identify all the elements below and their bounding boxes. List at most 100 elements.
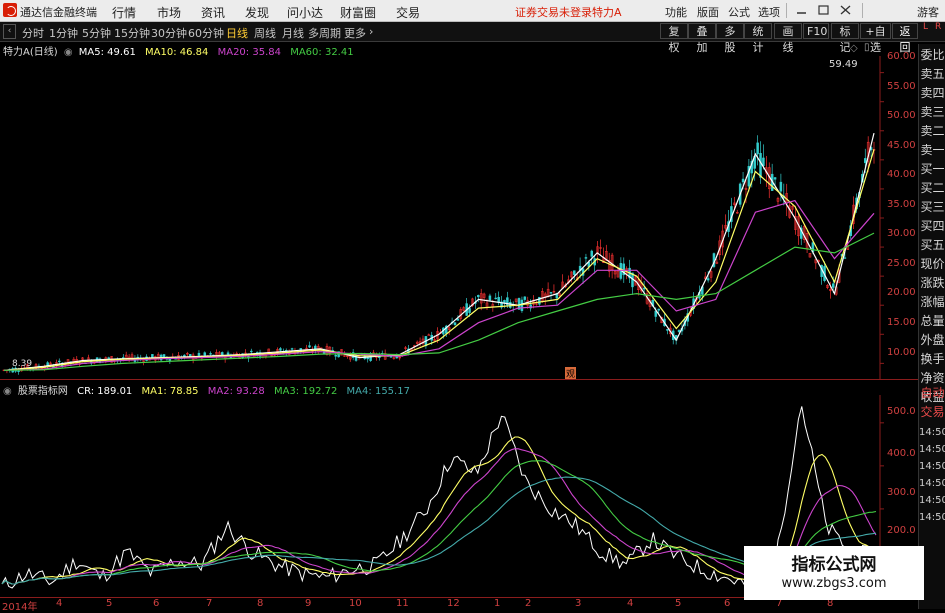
tab-weekly[interactable]: 周线 <box>254 25 276 41</box>
candle-body <box>290 348 294 350</box>
tab-15min[interactable]: 15分钟 <box>114 25 150 41</box>
candle-body <box>456 318 460 321</box>
candle-body <box>756 142 759 155</box>
tab-30min[interactable]: 30分钟 <box>151 25 187 41</box>
x-tick: 4 <box>627 598 634 609</box>
x-tick: 6 <box>153 598 160 609</box>
side-tab[interactable]: 涨幅 <box>919 293 945 312</box>
tab-1min[interactable]: 1分钟 <box>49 25 78 41</box>
side-tab[interactable]: 卖二 <box>919 122 945 141</box>
menu-function[interactable]: 功能 <box>665 4 687 20</box>
menu-options[interactable]: 选项 <box>758 4 780 20</box>
side-tab[interactable]: 买五 <box>919 236 945 255</box>
y-tick: 55.00 <box>887 81 916 92</box>
tab-daily[interactable]: 日线 <box>226 25 248 41</box>
y-tick: 45.00 <box>887 140 916 151</box>
menu-quotes[interactable]: 行情 <box>112 4 136 21</box>
x-tick: 11 <box>396 598 409 609</box>
mark-button[interactable]: 标记 <box>831 23 859 54</box>
more-chevron-icon[interactable]: › <box>369 25 373 38</box>
tab-5min[interactable]: 5分钟 <box>82 25 111 41</box>
tab-multi-period[interactable]: 多周期 <box>308 25 341 41</box>
candle-body <box>477 295 480 298</box>
candle-body <box>741 178 745 183</box>
prev-arrow-icon[interactable]: ‹ <box>3 24 16 39</box>
candle-body <box>657 308 660 311</box>
candle-body <box>334 355 337 357</box>
corner-r[interactable]: R <box>935 23 941 32</box>
candle-body <box>864 158 867 164</box>
candle-body <box>250 350 253 353</box>
menu-ask[interactable]: 问小达 <box>287 4 323 21</box>
candle-body <box>573 270 576 275</box>
candle-body <box>779 181 783 192</box>
close-icon[interactable] <box>840 5 851 15</box>
ma-line-ma10 <box>3 149 875 371</box>
side-tab[interactable]: 卖四 <box>919 84 945 103</box>
side-tab[interactable]: 总量 <box>919 312 945 331</box>
side-tab[interactable]: 卖一 <box>919 141 945 160</box>
side-tab[interactable]: 买一 <box>919 160 945 179</box>
side-time: 14:50 <box>919 427 945 438</box>
menu-wealth-circle[interactable]: 财富圈 <box>340 4 376 21</box>
side-tab[interactable]: 卖五 <box>919 65 945 84</box>
candle-body <box>843 257 847 259</box>
guest-account[interactable]: 游客 <box>917 4 939 20</box>
side-tab[interactable]: 换手 <box>919 350 945 369</box>
statistics-button[interactable]: 统计 <box>744 23 772 54</box>
side-time: 14:50 <box>919 461 945 472</box>
f10-button[interactable]: F10 <box>803 23 829 39</box>
minimize-icon[interactable] <box>796 5 807 15</box>
app-logo-icon <box>3 3 17 17</box>
side-tab[interactable]: 卖三 <box>919 103 945 122</box>
restore-rights-button[interactable]: 复权 <box>660 23 688 54</box>
side-tab[interactable]: 涨跌 <box>919 274 945 293</box>
menu-market[interactable]: 市场 <box>157 4 181 21</box>
candle-body <box>468 308 471 313</box>
multi-stock-button[interactable]: 多股 <box>716 23 744 54</box>
y-tick: 200.0 <box>887 525 916 536</box>
side-tab[interactable]: 委比 <box>919 46 945 65</box>
tab-more[interactable]: 更多 <box>344 25 366 41</box>
stock-name: 特力A <box>592 6 622 19</box>
menu-formula[interactable]: 公式 <box>728 4 750 20</box>
price-chart[interactable] <box>0 56 918 380</box>
tab-monthly[interactable]: 月线 <box>282 25 304 41</box>
maximize-icon[interactable] <box>818 5 829 15</box>
price-axis: 60.00 55.00 50.00 45.00 40.00 35.00 30.0… <box>880 0 918 380</box>
menu-news[interactable]: 资讯 <box>201 4 225 21</box>
side-tab[interactable]: 买四 <box>919 217 945 236</box>
side-time-list: 14:50 14:50 14:50 14:50 14:50 14:50 <box>919 424 945 526</box>
candle-body <box>203 352 207 356</box>
login-warning[interactable]: 证券交易未登录 <box>515 4 592 20</box>
watermark-url: www.zbgs3.com <box>781 576 887 591</box>
x-tick: 7 <box>206 598 213 609</box>
menu-layout[interactable]: 版面 <box>697 4 719 20</box>
side-tab-auto[interactable]: 自动 <box>919 384 945 403</box>
corner-l[interactable]: L <box>923 23 928 32</box>
tab-60min[interactable]: 60分钟 <box>188 25 224 41</box>
y-tick: 300.0 <box>887 487 916 498</box>
y-tick: 10.00 <box>887 347 916 358</box>
side-tab[interactable]: 买二 <box>919 179 945 198</box>
scroll-right-icon[interactable]: ▯ <box>864 42 870 53</box>
candle-body <box>58 360 61 363</box>
candle-body <box>509 302 512 308</box>
side-tab[interactable]: 现价 <box>919 255 945 274</box>
overlay-button[interactable]: 叠加 <box>688 23 716 54</box>
draw-line-button[interactable]: 画线 <box>774 23 802 54</box>
menu-discover[interactable]: 发现 <box>245 4 269 21</box>
candle-body <box>773 177 777 180</box>
tab-intraday[interactable]: 分时 <box>22 25 44 41</box>
candle-body <box>584 257 588 259</box>
x-tick: 9 <box>305 598 312 609</box>
candle-body <box>523 296 527 300</box>
menu-trade[interactable]: 交易 <box>396 4 420 21</box>
side-tab[interactable]: 外盘 <box>919 331 945 350</box>
side-tab-trade[interactable]: 交易 <box>919 403 945 422</box>
x-tick: 2014年 <box>2 602 38 613</box>
candle-body <box>488 295 492 301</box>
candle-body <box>197 352 201 356</box>
y-tick: 60.00 <box>887 51 916 62</box>
side-tab[interactable]: 买三 <box>919 198 945 217</box>
